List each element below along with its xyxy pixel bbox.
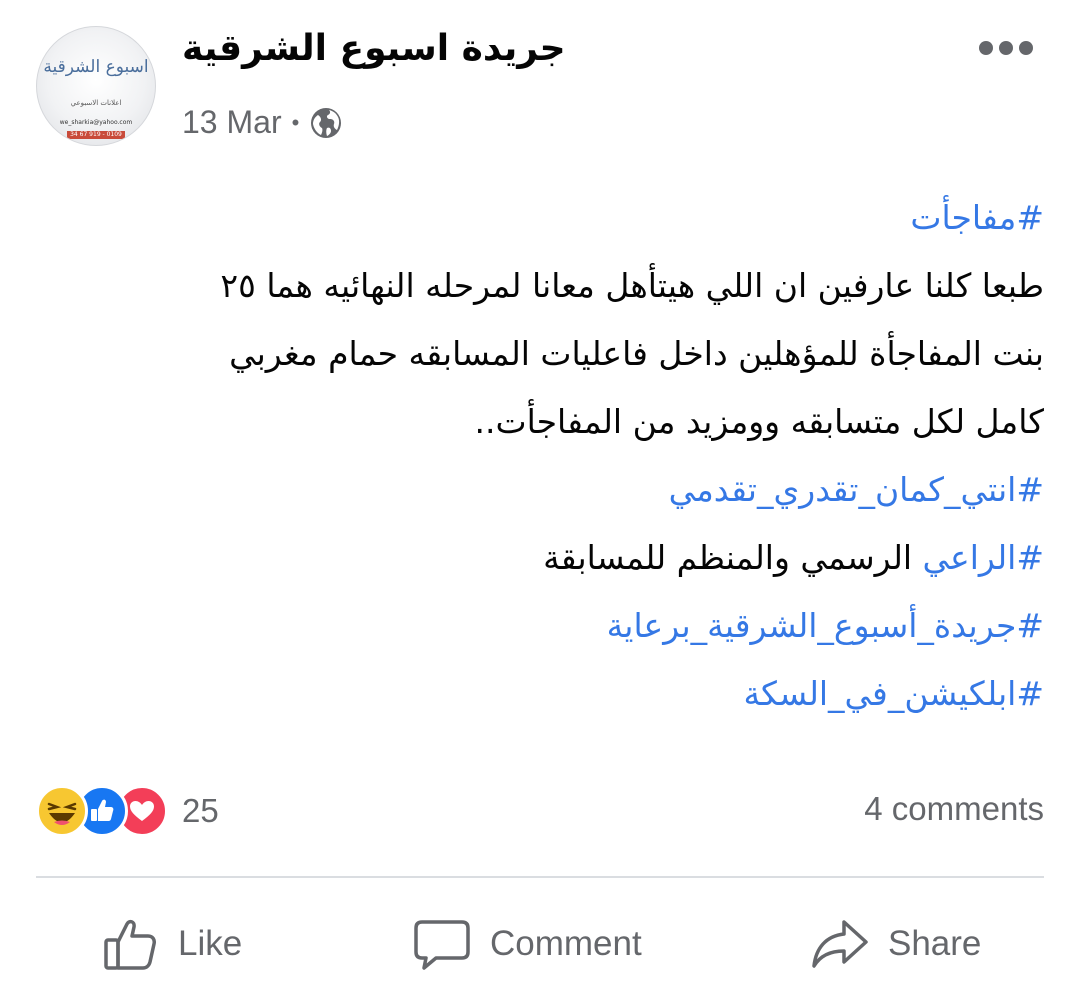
avatar-logo-text: اسبوع الشرقية [43,57,149,77]
post-timestamp[interactable]: 13 Mar [182,104,282,141]
avatar-phone: 34 67 919 - 0109 [67,131,125,139]
divider [36,876,1044,878]
hashtag-link[interactable]: #جريدة_أسبوع_الشرقية_برعاية [607,606,1044,645]
hashtag-link[interactable]: #مفاجأت [910,198,1044,237]
share-label: Share [888,924,982,963]
comments-count[interactable]: 4 comments [864,790,1044,828]
haha-icon [36,785,88,837]
more-options-button[interactable] [968,28,1044,68]
globe-icon [311,107,342,138]
hashtag-link[interactable]: #انتي_كمان_تقدري_تقدمي [669,470,1044,509]
hashtag-link[interactable]: #الراعي [923,538,1044,577]
post-text-fragment: الرسمي والمنظم للمسابقة [543,538,923,577]
share-arrow-icon [812,920,868,968]
post-meta: 13 Mar • [182,104,343,141]
comment-bubble-icon [414,920,470,970]
more-dot-icon [1019,41,1033,55]
thumbs-up-icon [104,919,156,970]
reaction-count: 25 [182,792,219,829]
post-header: اسبوع الشرقية اعلانات الاسبوعي we_sharki… [0,0,1080,170]
like-label: Like [178,924,243,963]
like-button[interactable]: Like [100,906,242,982]
hashtag-link[interactable]: #ابلكيشن_في_السكة [743,674,1044,713]
reactions-summary[interactable]: 25 [36,785,219,837]
meta-separator: • [291,109,300,135]
more-dot-icon [979,41,993,55]
post-text-line: طبعا كلنا عارفين ان اللي هيتأهل معانا لم… [220,266,1044,305]
post-text-line: كامل لكل متسابقه وومزيد من المفاجأت.. [474,402,1044,441]
comment-label: Comment [490,924,642,963]
page-name[interactable]: جريدة اسبوع الشرقية [182,28,566,69]
page-avatar[interactable]: اسبوع الشرقية اعلانات الاسبوعي we_sharki… [36,26,156,146]
post-text: #مفاجأت طبعا كلنا عارفين ان اللي هيتأهل … [30,184,1044,728]
more-dot-icon [999,41,1013,55]
post-text-line: بنت المفاجأة للمؤهلين داخل فاعليات المسا… [229,334,1044,373]
avatar-email: we_sharkia@yahoo.com [59,119,133,126]
comment-button[interactable]: Comment [412,906,642,982]
post-actions-bar: Like Comment Share [0,906,1080,982]
share-button[interactable]: Share [810,906,981,982]
avatar-tagline: اعلانات الاسبوعي [70,99,122,107]
